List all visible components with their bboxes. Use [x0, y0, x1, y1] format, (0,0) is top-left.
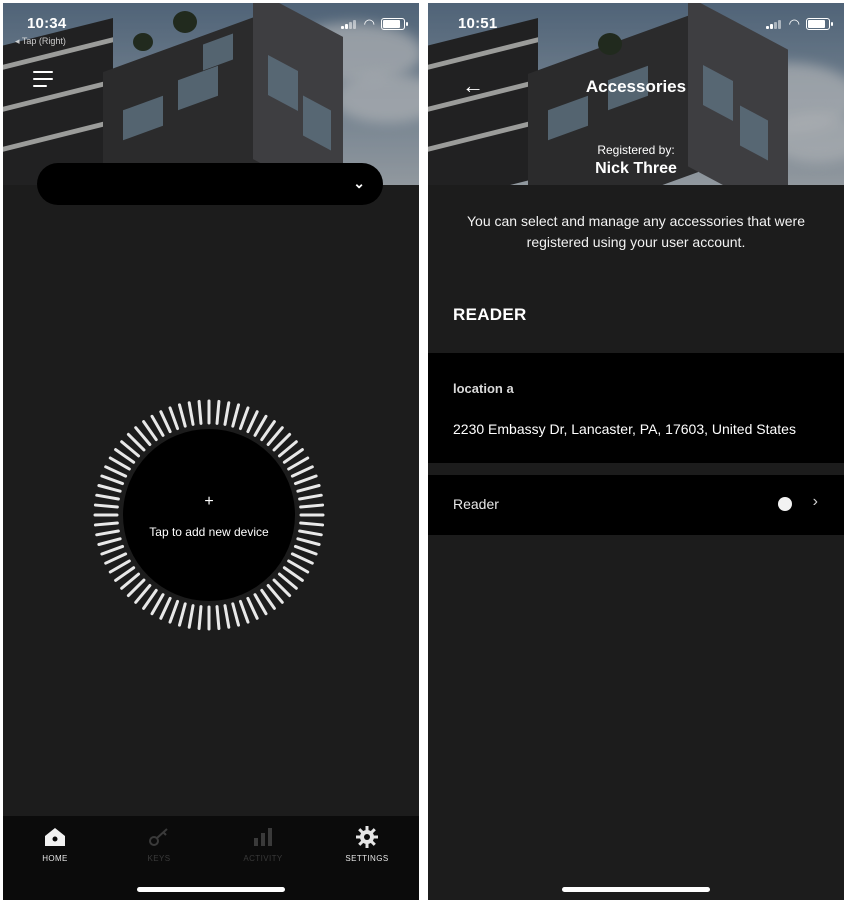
location-address: 2230 Embassy Dr, Lancaster, PA, 17603, U…	[453, 421, 796, 437]
key-icon	[149, 828, 168, 846]
dial-tick	[296, 483, 321, 493]
chevron-down-icon: ⌄	[353, 175, 365, 191]
tab-keys-label: KEYS	[147, 854, 171, 863]
dial-tick	[253, 593, 268, 616]
dial-tick	[114, 566, 136, 582]
dial-tick	[287, 456, 310, 471]
phone-screen-accessories: 10:51 ◠ ← Accessories Registered by: Nic…	[428, 3, 844, 900]
dial-tick	[231, 602, 241, 627]
dial-tick	[104, 552, 128, 565]
status-bar: 10:34 ◂ Tap (Right) ◠	[3, 3, 419, 47]
dial-tick	[290, 552, 314, 565]
dial-tick	[168, 406, 180, 431]
menu-icon[interactable]	[33, 71, 53, 92]
dial-tick	[104, 465, 128, 478]
home-icon	[45, 828, 65, 846]
gear-icon	[356, 826, 378, 848]
dial-tick	[100, 544, 125, 556]
dial-tick	[231, 403, 241, 428]
location-name: location a	[453, 381, 514, 396]
dial-tick	[287, 559, 310, 574]
dial-tick	[197, 399, 203, 425]
dial-tick	[177, 403, 187, 428]
dial-tick	[260, 420, 276, 442]
accessories-description: You can select and manage any accessorie…	[466, 213, 806, 250]
wifi-icon: ◠	[363, 16, 375, 31]
dial-tick	[296, 537, 321, 547]
dial-tick	[150, 593, 165, 616]
plus-icon: +	[204, 493, 214, 510]
phone-screen-home: 10:34 ◂ Tap (Right) ◠ ⌄ + Tap to add new…	[3, 3, 419, 900]
activity-icon	[254, 828, 272, 846]
dial-tick	[260, 588, 276, 610]
status-time: 10:51	[458, 15, 498, 32]
dial-tick	[197, 605, 203, 631]
tab-activity[interactable]: ACTIVITY	[211, 816, 315, 886]
dial-graphic	[93, 399, 325, 631]
tab-home[interactable]: HOME	[3, 816, 107, 886]
dial-tick	[150, 414, 165, 437]
status-time: 10:34	[27, 15, 67, 32]
dial-tick	[187, 401, 195, 426]
location-selector-dropdown[interactable]: ⌄	[37, 163, 383, 205]
section-title-reader: READER	[453, 305, 527, 324]
dial-tick	[238, 406, 250, 431]
tab-home-label: HOME	[42, 854, 68, 863]
registered-by-label: Registered by:	[597, 143, 675, 157]
dial-tick	[298, 493, 323, 501]
cell-signal-icon	[341, 19, 357, 29]
registered-by-name: Nick Three	[595, 160, 677, 177]
dial-tick	[168, 599, 180, 624]
dial-tick	[97, 537, 122, 547]
tab-settings-label: SETTINGS	[345, 854, 389, 863]
add-device-label: Tap to add new device	[149, 525, 269, 539]
home-indicator[interactable]	[137, 887, 285, 892]
dial-tick	[290, 465, 314, 478]
reader-label: Reader	[453, 496, 499, 512]
dial-tick	[246, 596, 259, 620]
dial-tick	[93, 503, 119, 509]
back-to-app-label[interactable]: ◂ Tap (Right)	[15, 36, 66, 47]
status-bar: 10:51 ◠	[428, 3, 844, 47]
dial-tick	[282, 566, 304, 582]
dial-tick	[293, 474, 318, 486]
dial-tick	[246, 410, 259, 434]
bottom-tab-bar: HOME KEYS ACTIVITY SETTINGS	[3, 816, 419, 900]
dial-tick	[299, 503, 325, 509]
dial-tick	[293, 544, 318, 556]
dial-tick	[97, 483, 122, 493]
dial-tick	[108, 559, 131, 574]
battery-icon	[381, 18, 408, 30]
dial-tick	[159, 410, 172, 434]
dial-tick	[215, 605, 221, 631]
dial-tick	[159, 596, 172, 620]
wifi-icon: ◠	[788, 16, 800, 31]
dial-tick	[100, 474, 125, 486]
reader-list-item[interactable]: Reader ›	[428, 475, 844, 535]
dial-tick	[282, 448, 304, 464]
home-indicator[interactable]	[562, 887, 710, 892]
dial-tick	[187, 604, 195, 629]
location-card: location a 2230 Embassy Dr, Lancaster, P…	[428, 353, 844, 463]
add-device-dial[interactable]: + Tap to add new device	[3, 3, 419, 900]
dial-tick	[177, 602, 187, 627]
tab-settings[interactable]: SETTINGS	[315, 816, 419, 886]
dial-tick	[142, 588, 158, 610]
dial-tick	[253, 414, 268, 437]
dial-tick	[238, 599, 250, 624]
chevron-right-icon: ›	[812, 493, 818, 510]
dial-tick	[223, 604, 231, 629]
status-dot-icon	[778, 497, 792, 511]
page-title: Accessories	[585, 77, 687, 96]
tab-keys[interactable]: KEYS	[107, 816, 211, 886]
dial-tick	[114, 448, 136, 464]
tab-activity-label: ACTIVITY	[243, 854, 283, 863]
cell-signal-icon	[766, 19, 782, 29]
dial-tick	[223, 401, 231, 426]
dial-tick	[215, 399, 221, 425]
dial-tick	[108, 456, 131, 471]
dial-tick	[142, 420, 158, 442]
dial-tick	[95, 493, 120, 501]
battery-icon	[806, 18, 833, 30]
